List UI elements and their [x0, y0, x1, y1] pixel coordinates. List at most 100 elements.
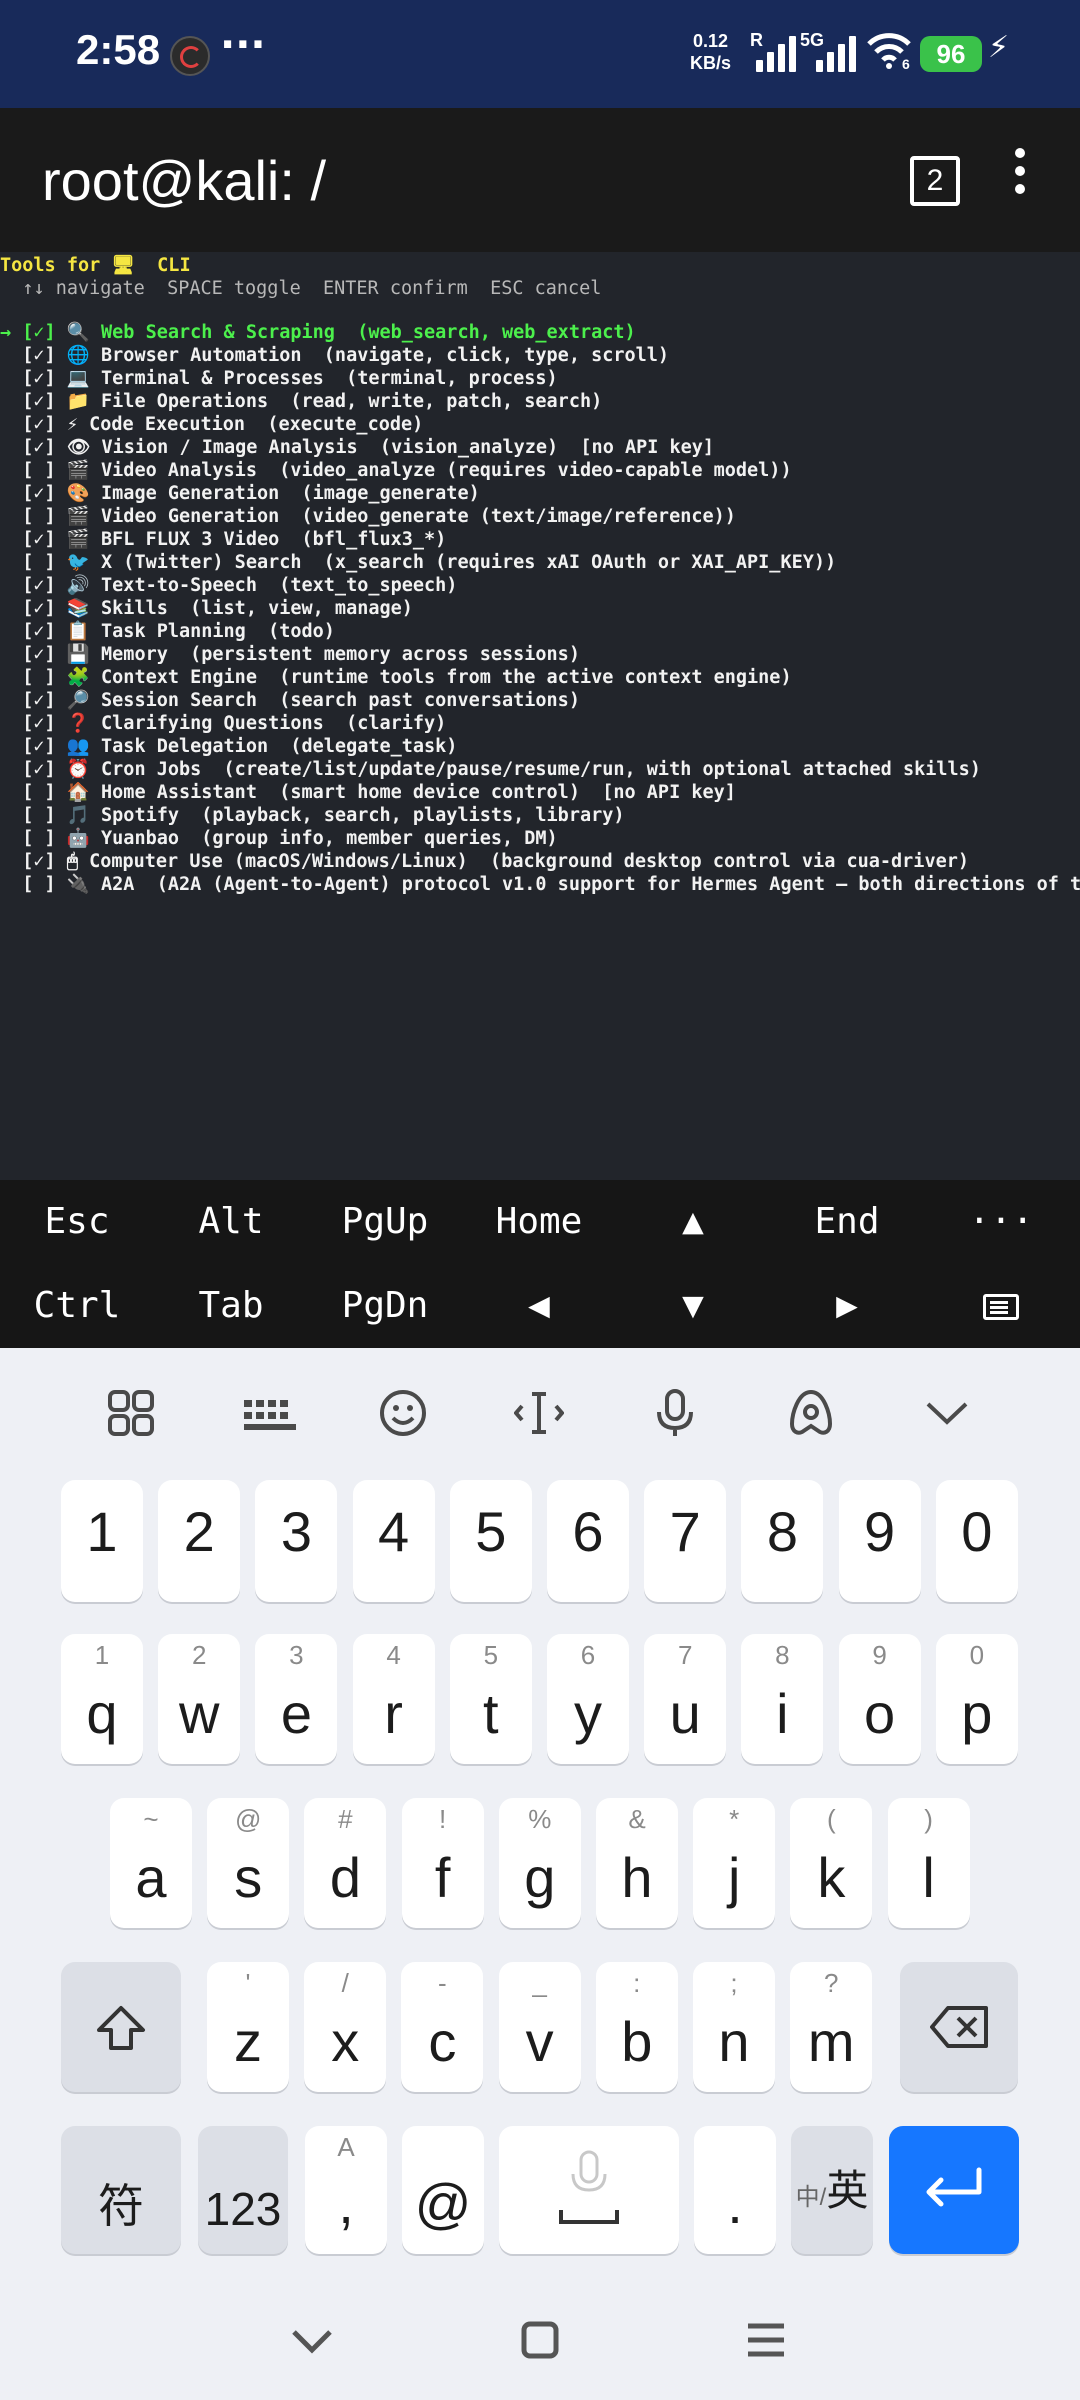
tool-row[interactable]: [ ] 🔌 A2A (A2A (Agent-to-Agent) protocol…: [0, 873, 1080, 896]
tool-row[interactable]: [✓] 📚 Skills (list, view, manage): [0, 597, 413, 620]
tool-row[interactable]: [✓] 💾 Memory (persistent memory across s…: [0, 643, 580, 666]
key-h[interactable]: & h: [596, 1798, 678, 1928]
emoji-icon[interactable]: [378, 1388, 428, 1438]
number-key-8[interactable]: 8: [741, 1480, 824, 1602]
tool-row[interactable]: [ ] 🏠 Home Assistant (smart home device …: [0, 781, 736, 804]
collapse-keyboard-icon[interactable]: [922, 1388, 972, 1438]
key-n[interactable]: ; n: [693, 1962, 775, 2092]
apps-grid-icon[interactable]: [106, 1388, 156, 1438]
tool-row[interactable]: [ ] 🎬 Video Analysis (video_analyze (req…: [0, 459, 791, 482]
tab-key[interactable]: Tab: [154, 1264, 308, 1348]
esc-key[interactable]: Esc: [0, 1180, 154, 1264]
tool-row[interactable]: [✓] 👥 Task Delegation (delegate_task): [0, 735, 457, 758]
home-key[interactable]: Home: [462, 1180, 616, 1264]
tool-row[interactable]: [✓] 🎨 Image Generation (image_generate): [0, 482, 479, 505]
symbols-key[interactable]: 符: [61, 2126, 181, 2254]
tool-row[interactable]: [✓] 🖱 Computer Use (macOS/Windows/Linux)…: [0, 850, 969, 873]
battery-level: 96: [920, 36, 982, 72]
backspace-key[interactable]: [900, 1962, 1018, 2092]
number-key-7[interactable]: 7: [644, 1480, 727, 1602]
tool-row[interactable]: [✓] 🎬 BFL FLUX 3 Video (bfl_flux3_*): [0, 528, 446, 551]
tool-row[interactable]: [ ] 🎬 Video Generation (video_generate (…: [0, 505, 736, 528]
tool-row[interactable]: [✓] 👁 Vision / Image Analysis (vision_an…: [0, 436, 714, 459]
number-key-5[interactable]: 5: [449, 1480, 532, 1602]
key-w[interactable]: 2w: [158, 1634, 241, 1764]
tool-row[interactable]: [✓] 🔊 Text-to-Speech (text_to_speech): [0, 574, 457, 597]
tool-row[interactable]: [✓] 🌐 Browser Automation (navigate, clic…: [0, 344, 669, 367]
key-c[interactable]: -c: [401, 1962, 484, 2092]
number-key-0[interactable]: 0: [935, 1480, 1018, 1602]
recents-icon[interactable]: [736, 2310, 796, 2370]
microphone-icon[interactable]: [650, 1388, 700, 1438]
enter-key[interactable]: [889, 2126, 1019, 2254]
tool-row[interactable]: [✓] 📋 Task Planning (todo): [0, 620, 335, 643]
key-d[interactable]: # d: [304, 1798, 387, 1928]
end-key[interactable]: End: [770, 1180, 924, 1264]
key-f[interactable]: ! f: [401, 1798, 484, 1928]
key-z[interactable]: ' z: [207, 1962, 289, 2092]
tool-row[interactable]: → [✓] 🔍 Web Search & Scraping (web_searc…: [0, 321, 636, 344]
tool-row[interactable]: [ ] 🐦 X (Twitter) Search (x_search (requ…: [0, 551, 836, 574]
shift-key[interactable]: [61, 1962, 181, 2092]
key-g[interactable]: % g: [498, 1798, 581, 1928]
arrow-up-key[interactable]: ▲: [616, 1180, 770, 1264]
number-key-1[interactable]: 1: [61, 1480, 143, 1602]
number-key-9[interactable]: 9: [838, 1480, 921, 1602]
key-k[interactable]: (k: [790, 1798, 873, 1928]
alt-key[interactable]: Alt: [154, 1180, 308, 1264]
arrow-left-key[interactable]: ◀: [462, 1264, 616, 1348]
tool-row[interactable]: [✓] 📁 File Operations (read, write, patc…: [0, 390, 602, 413]
text-cursor-icon[interactable]: [513, 1388, 565, 1438]
tool-row[interactable]: [ ] 🎵 Spotify (playback, search, playlis…: [0, 804, 624, 827]
home-icon[interactable]: [510, 2310, 570, 2370]
key-label: r: [384, 1682, 403, 1745]
key-i[interactable]: 8i: [741, 1634, 824, 1764]
session-count-button[interactable]: 2: [910, 156, 960, 206]
arrow-down-key[interactable]: ▼: [616, 1264, 770, 1348]
keyboard-layout-icon[interactable]: [242, 1388, 296, 1438]
period-key[interactable]: .: [694, 2126, 776, 2254]
key-p[interactable]: 0p: [935, 1634, 1018, 1764]
key-b[interactable]: :b: [595, 1962, 678, 2092]
key-r[interactable]: 4r: [352, 1634, 435, 1764]
space-key[interactable]: [499, 2126, 679, 2254]
back-icon[interactable]: [282, 2310, 342, 2370]
pgdn-key[interactable]: PgDn: [308, 1264, 462, 1348]
key-e[interactable]: 3e: [255, 1634, 338, 1764]
key-y[interactable]: 6y: [547, 1634, 629, 1764]
key-x[interactable]: / x: [304, 1962, 387, 2092]
pgup-key[interactable]: PgUp: [308, 1180, 462, 1264]
number-key-6[interactable]: 6: [547, 1480, 629, 1602]
key-v[interactable]: _ v: [498, 1962, 581, 2092]
ctrl-key[interactable]: Ctrl: [0, 1264, 154, 1348]
tool-row[interactable]: [✓] ⏰ Cron Jobs (create/list/update/paus…: [0, 758, 981, 781]
assistant-icon[interactable]: [786, 1388, 836, 1438]
tool-row[interactable]: [✓] 🔎 Session Search (search past conver…: [0, 689, 580, 712]
at-key[interactable]: @: [402, 2126, 484, 2254]
key-m[interactable]: ? m: [790, 1962, 873, 2092]
tool-row[interactable]: [✓] ❓ Clarifying Questions (clarify): [0, 712, 446, 735]
key-s[interactable]: @ s: [207, 1798, 290, 1928]
overflow-menu-icon[interactable]: [1010, 148, 1030, 208]
key-o[interactable]: 9o: [838, 1634, 921, 1764]
key-q[interactable]: 1q: [61, 1634, 143, 1764]
numbers-mode-key[interactable]: 123: [198, 2126, 288, 2254]
number-key-3[interactable]: 3: [255, 1480, 338, 1602]
more-keys-button[interactable]: ···: [924, 1180, 1078, 1264]
terminal-output[interactable]: Tools for 🖥 CLI ↑↓ navigate SPACE toggle…: [0, 252, 1080, 1180]
key-j[interactable]: * j: [693, 1798, 776, 1928]
tool-row[interactable]: [ ] 🧩 Context Engine (runtime tools from…: [0, 666, 791, 689]
tool-row[interactable]: [✓] 💻 Terminal & Processes (terminal, pr…: [0, 367, 557, 390]
key-a[interactable]: ~ a: [110, 1798, 192, 1928]
tool-row[interactable]: [ ] 🤖 Yuanbao (group info, member querie…: [0, 827, 557, 850]
key-t[interactable]: 5t: [449, 1634, 532, 1764]
number-key-2[interactable]: 2: [158, 1480, 241, 1602]
number-key-4[interactable]: 4: [352, 1480, 435, 1602]
tool-row[interactable]: [✓] ⚡ Code Execution (execute_code): [0, 413, 423, 436]
key-u[interactable]: 7u: [644, 1634, 727, 1764]
arrow-right-key[interactable]: ▶: [770, 1264, 924, 1348]
key-l[interactable]: ) l: [887, 1798, 970, 1928]
keyboard-toggle-key[interactable]: [924, 1264, 1078, 1348]
comma-key[interactable]: A,: [305, 2126, 387, 2254]
language-switch-key[interactable]: 中/英: [791, 2126, 873, 2254]
